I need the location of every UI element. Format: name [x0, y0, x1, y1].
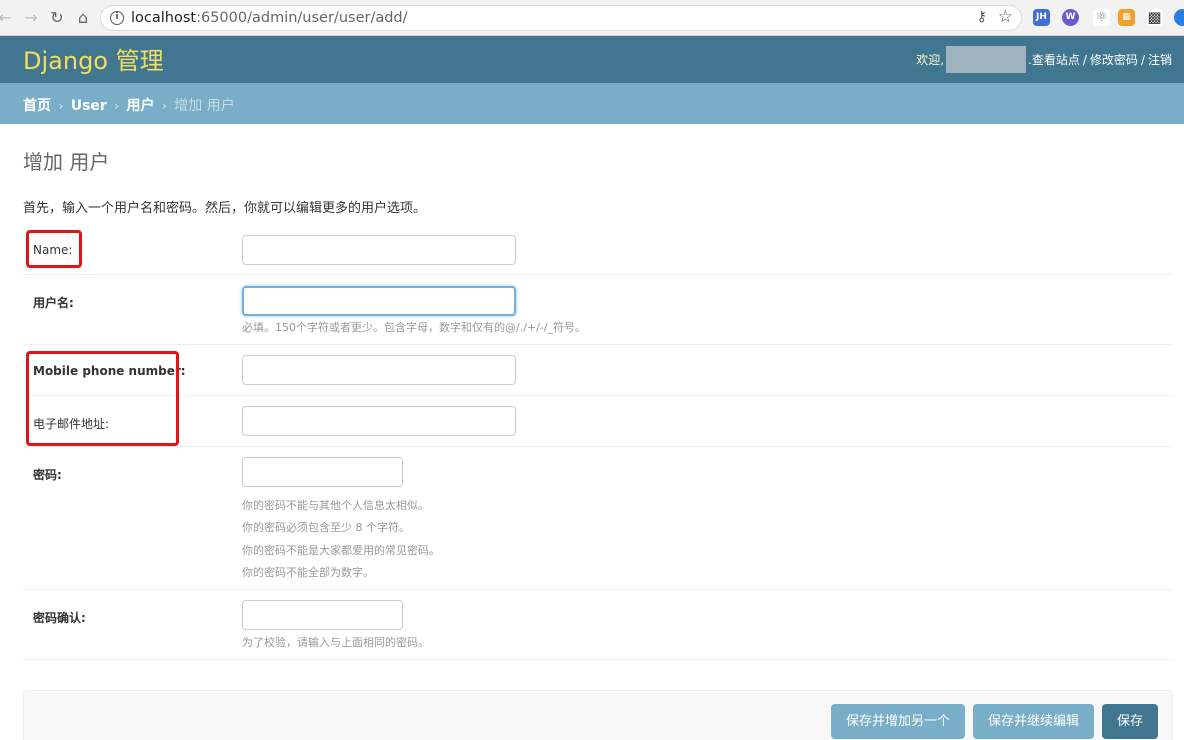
form-row-password-confirm: 密码确认: 为了校验，请输入与上面相同的密码。	[23, 590, 1173, 660]
form-row-password: 密码: 你的密码不能与其他个人信息太相似。 你的密码必须包含至少 8 个字符。 …	[23, 447, 1173, 590]
password-help-4: 你的密码不能全部为数字。	[242, 566, 374, 579]
site-brand[interactable]: Django 管理	[23, 41, 164, 76]
save-add-another-button[interactable]: 保存并增加另一个	[831, 704, 965, 739]
url-path: :65000/admin/user/user/add/	[196, 10, 408, 26]
password-help-2: 你的密码必须包含至少 8 个字符。	[242, 521, 410, 534]
orange-ext-icon[interactable]: ▦	[1118, 9, 1135, 26]
form-row-email: 电子邮件地址:	[23, 396, 1173, 447]
form-row-mobile: Mobile phone number:	[23, 345, 1173, 396]
separator: /	[1082, 52, 1087, 67]
star-icon[interactable]: ☆	[998, 7, 1013, 27]
info-icon[interactable]: i	[110, 11, 124, 25]
browser-toolbar: ← → ↻ ⌂ i localhost:65000/admin/user/use…	[0, 0, 1184, 36]
password-confirm-label: 密码确认:	[33, 611, 86, 625]
save-button[interactable]: 保存	[1102, 704, 1158, 739]
forward-icon[interactable]: →	[20, 7, 42, 29]
form-row-name: Name:	[23, 224, 1173, 275]
password-label: 密码:	[33, 468, 62, 482]
extension-icon[interactable]	[1174, 9, 1184, 26]
breadcrumb-app[interactable]: User	[71, 98, 107, 114]
name-input[interactable]	[242, 235, 516, 265]
url-text[interactable]: localhost:65000/admin/user/user/add/	[131, 10, 408, 26]
separator: /	[1140, 52, 1145, 67]
home-icon[interactable]: ⌂	[72, 7, 94, 29]
reload-icon[interactable]: ↻	[46, 7, 68, 29]
breadcrumb-separator: ›	[162, 99, 167, 113]
breadcrumb-home[interactable]: 首页	[23, 98, 51, 114]
welcome-text: 欢迎,	[916, 53, 945, 67]
web-icon[interactable]: W	[1062, 9, 1079, 26]
username-help: 必填。150个字符或者更少。包含字母，数字和仅有的@/./+/-/_符号。	[242, 321, 587, 334]
username-input[interactable]	[242, 286, 516, 316]
password-help-1: 你的密码不能与其他个人信息太相似。	[242, 499, 429, 512]
submit-row: 保存并增加另一个 保存并继续编辑 保存	[23, 690, 1173, 740]
jh-icon[interactable]: JH	[1033, 9, 1050, 26]
url-host: localhost	[131, 10, 197, 26]
admin-header: Django 管理 欢迎, . 查看站点 / 修改密码 / 注销	[0, 36, 1184, 83]
key-icon[interactable]: ⚷	[977, 9, 987, 25]
logout-link[interactable]: 注销	[1148, 51, 1172, 68]
redacted-username	[946, 46, 1027, 73]
view-site-link[interactable]: 查看站点	[1032, 51, 1080, 68]
intro-text: 首先，输入一个用户名和密码。然后，你就可以编辑更多的用户选项。	[23, 201, 427, 216]
form-row-username: 用户名: 必填。150个字符或者更少。包含字母，数字和仅有的@/./+/-/_符…	[23, 275, 1173, 345]
breadcrumb-model[interactable]: 用户	[127, 98, 155, 114]
password-confirm-input[interactable]	[242, 600, 403, 630]
highlight-box-name	[26, 230, 82, 268]
email-input[interactable]	[242, 406, 516, 436]
react-icon[interactable]: ⚛	[1093, 9, 1110, 26]
breadcrumb-separator: ›	[114, 99, 120, 113]
breadcrumb-separator: ›	[58, 99, 64, 113]
password-help-3: 你的密码不能是大家都爱用的常见密码。	[242, 544, 440, 557]
back-icon[interactable]: ←	[0, 7, 16, 29]
user-tools: 欢迎, . 查看站点 / 修改密码 / 注销	[916, 46, 1172, 73]
mobile-input[interactable]	[242, 355, 516, 385]
save-continue-button[interactable]: 保存并继续编辑	[973, 704, 1094, 739]
password-confirm-help: 为了校验，请输入与上面相同的密码。	[242, 636, 429, 649]
username-label: 用户名:	[33, 296, 74, 310]
highlight-box-mobile-email	[26, 351, 179, 446]
breadcrumb-current: 增加 用户	[174, 98, 235, 114]
page-title: 增加 用户	[23, 150, 110, 174]
password-input[interactable]	[242, 457, 403, 487]
address-bar[interactable]: i localhost:65000/admin/user/user/add/ ⚷…	[100, 5, 1022, 31]
breadcrumb: 首页 › User › 用户 › 增加 用户	[0, 83, 1184, 124]
qr-icon[interactable]: ▩	[1146, 9, 1163, 26]
change-password-link[interactable]: 修改密码	[1090, 51, 1138, 68]
